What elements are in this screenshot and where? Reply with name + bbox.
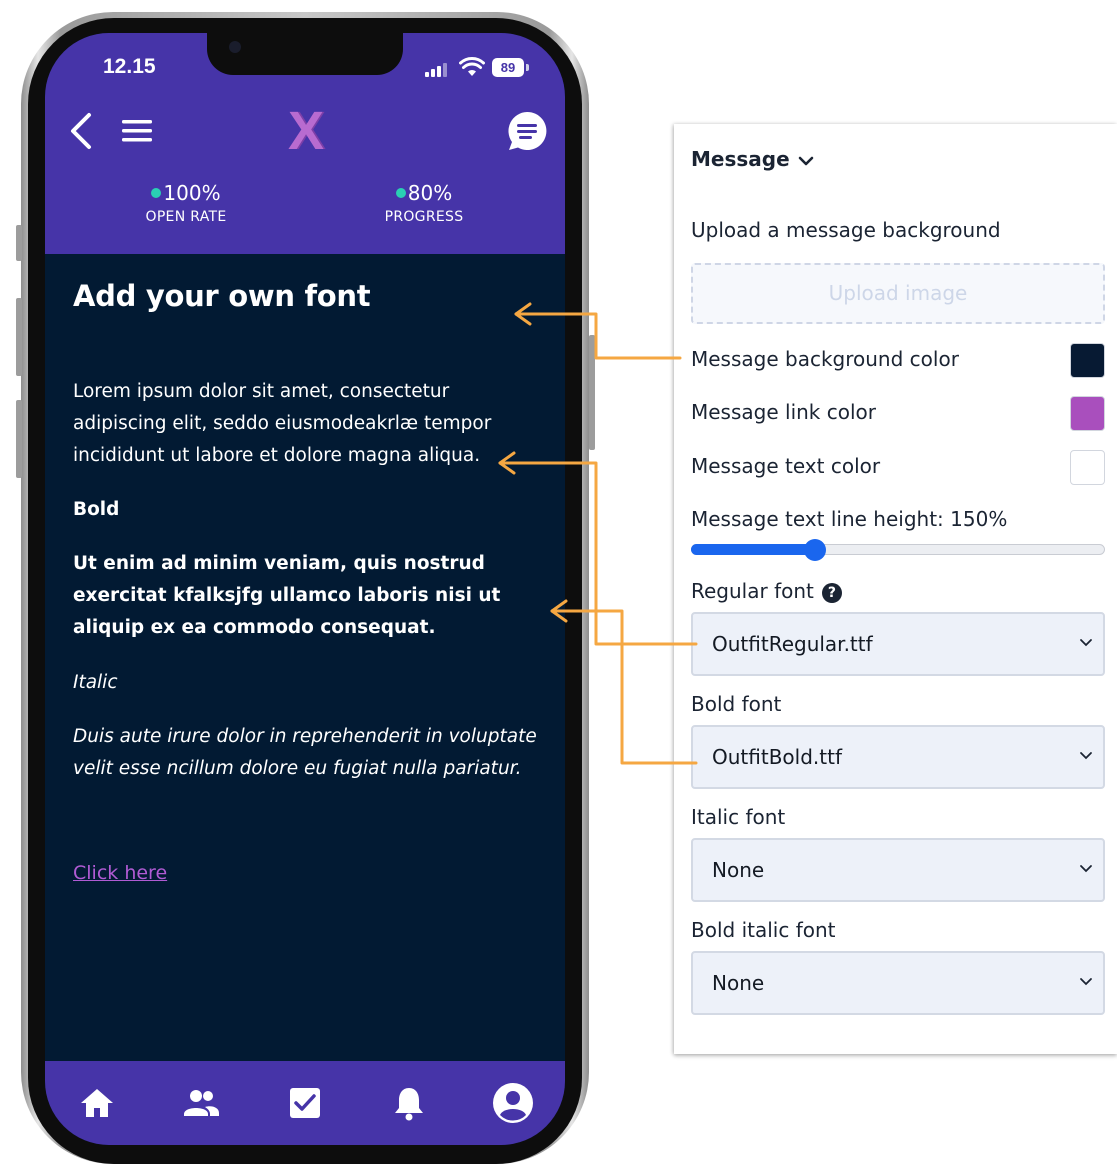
arrow-bold-font [550,609,698,765]
arrow-background-color [514,312,682,360]
annotation-arrows [498,302,698,765]
arrow-regular-font [498,461,698,646]
